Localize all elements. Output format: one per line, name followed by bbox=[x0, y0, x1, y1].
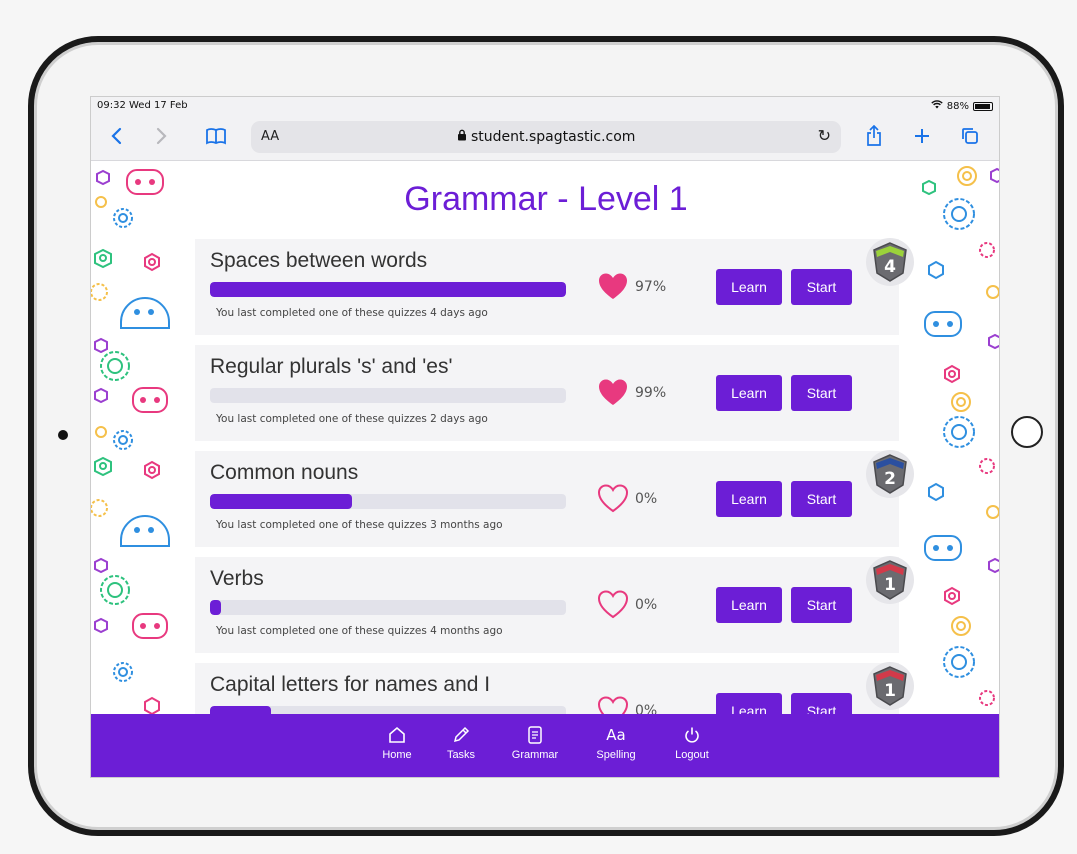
pencil-icon bbox=[431, 724, 491, 746]
nav-home-label: Home bbox=[382, 749, 412, 761]
topics-card: Grammar - Level 1 Spaces between words Y… bbox=[171, 162, 921, 714]
robot-pattern-left bbox=[91, 169, 170, 714]
score-percent: 99% bbox=[635, 385, 667, 401]
score-percent: 97% bbox=[635, 279, 667, 295]
progress-fill bbox=[210, 282, 566, 297]
url-text: student.spagtastic.com bbox=[251, 129, 841, 145]
status-bar: 09:32 Wed 17 Feb 88% bbox=[91, 97, 999, 115]
lock-icon bbox=[457, 129, 471, 145]
level-badge-number: 4 bbox=[884, 257, 896, 277]
topic-title: Spaces between words bbox=[210, 249, 428, 272]
level-badge-icon: 4 bbox=[865, 237, 915, 287]
score-percent: 0% bbox=[635, 703, 658, 714]
progress-bar bbox=[210, 706, 566, 714]
nav-spelling[interactable]: Aa Spelling bbox=[586, 724, 646, 761]
power-icon bbox=[662, 724, 722, 746]
level-badge-icon: 2 bbox=[865, 449, 915, 499]
forward-icon[interactable] bbox=[149, 123, 175, 149]
status-right: 88% bbox=[931, 100, 993, 112]
nav-tasks[interactable]: Tasks bbox=[431, 724, 491, 761]
progress-fill bbox=[210, 494, 353, 509]
start-button[interactable]: Start bbox=[791, 587, 852, 623]
document-icon bbox=[505, 724, 565, 746]
tablet-screen: 09:32 Wed 17 Feb 88% AA student.spagtast… bbox=[90, 96, 1000, 778]
progress-bar bbox=[210, 494, 566, 509]
topic-row: Spaces between words You last completed … bbox=[195, 238, 914, 335]
topic-title: Verbs bbox=[210, 567, 264, 590]
battery-icon bbox=[973, 101, 993, 111]
start-button[interactable]: Start bbox=[791, 481, 852, 517]
topic-row: Capital letters for names and I 0% Learn… bbox=[195, 662, 914, 714]
heart-icon bbox=[597, 483, 629, 513]
page-title: Grammar - Level 1 bbox=[404, 180, 688, 218]
start-button[interactable]: Start bbox=[791, 375, 852, 411]
camera-dot bbox=[58, 430, 68, 440]
bookmarks-icon[interactable] bbox=[203, 123, 229, 149]
home-icon bbox=[367, 724, 427, 746]
heart-icon bbox=[597, 271, 629, 301]
progress-bar bbox=[210, 388, 566, 403]
level-badge-icon: 1 bbox=[865, 555, 915, 605]
last-completed-note: You last completed one of these quizzes … bbox=[216, 413, 488, 425]
progress-fill bbox=[210, 706, 271, 714]
score-percent: 0% bbox=[635, 491, 658, 507]
url-label: student.spagtastic.com bbox=[471, 129, 636, 145]
topic-title: Regular plurals 's' and 'es' bbox=[210, 355, 453, 378]
progress-bar bbox=[210, 600, 566, 615]
share-icon[interactable] bbox=[861, 123, 887, 149]
address-bar[interactable]: AA student.spagtastic.com ↻ bbox=[251, 121, 841, 153]
nav-spelling-label: Spelling bbox=[596, 749, 636, 761]
nav-logout-label: Logout bbox=[675, 749, 709, 761]
start-button[interactable]: Start bbox=[791, 693, 852, 714]
learn-button[interactable]: Learn bbox=[716, 481, 782, 517]
last-completed-note: You last completed one of these quizzes … bbox=[216, 519, 503, 531]
browser-toolbar: AA student.spagtastic.com ↻ bbox=[91, 115, 999, 161]
score-percent: 0% bbox=[635, 597, 658, 613]
home-hardware-button[interactable] bbox=[1011, 416, 1043, 448]
nav-home[interactable]: Home bbox=[367, 724, 427, 761]
heart-icon bbox=[597, 589, 629, 619]
last-completed-note: You last completed one of these quizzes … bbox=[216, 625, 503, 637]
bottom-nav: Home Tasks Grammar Aa Spelling Logout bbox=[91, 714, 999, 777]
topic-row: Verbs You last completed one of these qu… bbox=[195, 556, 914, 653]
reload-icon[interactable]: ↻ bbox=[818, 126, 831, 145]
topic-title: Capital letters for names and I bbox=[210, 673, 491, 696]
level-badge-icon: 1 bbox=[865, 661, 915, 711]
topic-title: Common nouns bbox=[210, 461, 359, 484]
last-completed-note: You last completed one of these quizzes … bbox=[216, 307, 488, 319]
nav-grammar-label: Grammar bbox=[511, 749, 559, 761]
level-badge-number: 2 bbox=[884, 469, 896, 489]
level-badge-number: 1 bbox=[884, 575, 896, 595]
learn-button[interactable]: Learn bbox=[716, 693, 782, 714]
tabs-icon[interactable] bbox=[957, 123, 983, 149]
progress-bar bbox=[210, 282, 566, 297]
page-content: Grammar - Level 1 Spaces between words Y… bbox=[91, 162, 999, 714]
new-tab-icon[interactable] bbox=[909, 123, 935, 149]
topic-row: Common nouns You last completed one of t… bbox=[195, 450, 914, 547]
nav-logout[interactable]: Logout bbox=[662, 724, 722, 761]
wifi-icon bbox=[931, 100, 943, 112]
nav-tasks-label: Tasks bbox=[446, 749, 476, 761]
level-badge-icon bbox=[865, 343, 915, 393]
nav-grammar[interactable]: Grammar bbox=[505, 724, 565, 761]
topic-row: Regular plurals 's' and 'es' You last co… bbox=[195, 345, 899, 441]
heart-icon bbox=[597, 695, 629, 714]
status-time: 09:32 Wed 17 Feb bbox=[97, 100, 188, 111]
progress-fill bbox=[210, 600, 221, 615]
learn-button[interactable]: Learn bbox=[716, 269, 782, 305]
start-button[interactable]: Start bbox=[791, 269, 852, 305]
learn-button[interactable]: Learn bbox=[716, 375, 782, 411]
battery-percent: 88% bbox=[946, 100, 969, 112]
back-icon[interactable] bbox=[103, 123, 129, 149]
text-aa-icon: Aa bbox=[606, 726, 626, 744]
robot-pattern-right bbox=[922, 166, 999, 706]
learn-button[interactable]: Learn bbox=[716, 587, 782, 623]
level-badge-number: 1 bbox=[884, 681, 896, 701]
heart-icon bbox=[597, 377, 629, 407]
